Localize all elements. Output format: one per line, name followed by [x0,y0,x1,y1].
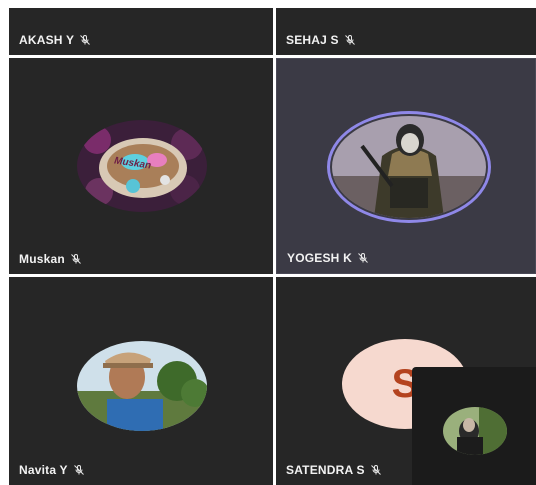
participant-name: SEHAJ S [286,33,356,47]
participant-tile-yogesh-speaking[interactable]: YOGESH K [276,58,536,274]
mic-off-icon [370,465,381,475]
participant-name: AKASH Y [19,33,91,47]
self-photo-avatar [443,407,507,455]
mic-off-icon [71,254,81,264]
participant-tile-akash[interactable]: AKASH Y [9,8,273,55]
participant-name: Muskan [19,252,82,266]
participant-name: SATENDRA S [286,463,382,477]
participant-tile-muskan[interactable]: Muskan Muskan [9,58,273,274]
mic-off-icon [73,465,84,475]
participant-name: Navita Y [19,463,85,477]
participant-grid: AKASH Y SEHAJ S Muskan Muskan YOGESH K N… [0,0,536,485]
boy-photo-avatar [77,341,207,431]
soldier-photo-avatar [332,116,486,218]
mic-off-icon [80,35,91,45]
mic-off-icon [358,253,368,263]
participant-tile-sehaj[interactable]: SEHAJ S [276,8,536,55]
participant-name: YOGESH K [287,251,369,265]
mic-off-icon [344,35,355,45]
participant-tile-navita[interactable]: Navita Y [9,277,273,485]
self-view-preview[interactable] [412,367,536,485]
